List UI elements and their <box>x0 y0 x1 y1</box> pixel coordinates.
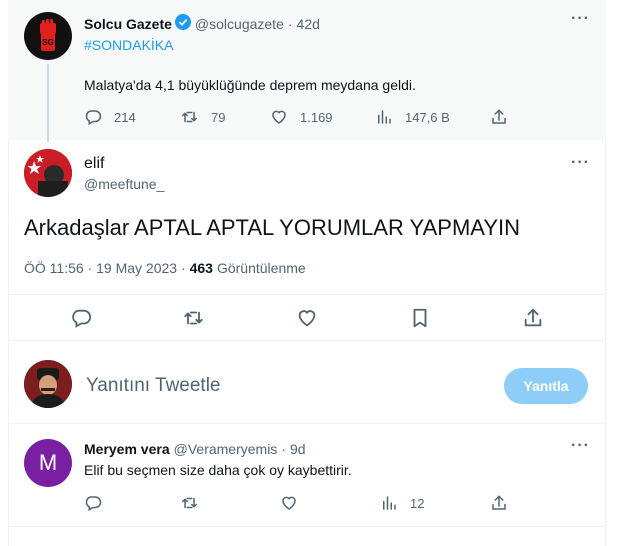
reply-compose-input[interactable]: Yanıtını Tweetle <box>86 375 221 397</box>
like-action[interactable] <box>280 494 310 512</box>
elif-avatar[interactable] <box>24 149 72 197</box>
solcu-avatar[interactable]: SG <box>24 12 72 60</box>
divider <box>8 423 606 424</box>
parent-tweet-text: Malatya'da 4,1 büyüklüğünde deprem meyda… <box>84 77 416 93</box>
reply-author-name[interactable]: Meryem vera <box>84 441 170 457</box>
dot-separator: · <box>281 441 286 457</box>
analytics-icon <box>380 494 398 512</box>
reply-icon <box>84 494 102 512</box>
main-reply-button[interactable] <box>70 307 92 334</box>
retweet-icon <box>180 108 199 126</box>
share-action[interactable] <box>490 494 520 512</box>
main-tweet-text: Arkadaşlar APTAL APTAL YORUMLAR YAPMAYIN <box>24 215 520 240</box>
main-author-handle[interactable]: @meeftune_ <box>84 176 164 192</box>
share-icon <box>490 108 508 126</box>
more-options-icon[interactable]: ··· <box>571 154 590 172</box>
reply-icon <box>84 108 102 126</box>
views-action[interactable]: 147,6 B <box>375 108 450 126</box>
reply-tweet-text: Elif bu seçmen size daha çok oy kaybetti… <box>84 462 352 478</box>
reply-submit-button[interactable]: Yanıtla <box>504 368 588 404</box>
reply-tweet-header: Meryem vera @Verameryemis · 9d <box>84 441 306 457</box>
reply-author-handle[interactable]: @Verameryemis <box>174 441 278 457</box>
views-count: 147,6 B <box>405 109 450 125</box>
reply-count: 214 <box>114 109 136 125</box>
reply-time[interactable]: 9d <box>290 441 306 457</box>
thread-line <box>47 64 49 142</box>
reply-icon <box>72 309 92 328</box>
main-share-button[interactable] <box>522 307 544 334</box>
fist-logo-icon: SG <box>40 19 56 51</box>
main-retweet-button[interactable] <box>182 307 205 334</box>
divider <box>8 526 606 527</box>
author-handle[interactable]: @solcugazete <box>195 16 284 32</box>
main-author-name[interactable]: elif <box>84 155 104 173</box>
author-name[interactable]: Solcu Gazete <box>84 16 172 32</box>
analytics-icon <box>375 108 393 126</box>
dot-separator: · <box>287 15 293 32</box>
heart-icon <box>280 494 298 512</box>
retweet-action[interactable]: 79 <box>180 108 225 126</box>
more-options-icon[interactable]: ··· <box>571 437 590 455</box>
retweet-icon <box>180 494 199 512</box>
share-action[interactable] <box>490 108 520 126</box>
tweet-timestamp[interactable]: ÖÖ 11:56 · 19 May 2023 · <box>24 260 186 276</box>
reply-action[interactable]: 214 <box>84 108 136 126</box>
user-avatar[interactable] <box>24 360 72 408</box>
more-options-icon[interactable]: ··· <box>571 10 590 28</box>
like-count: 1.169 <box>300 109 333 125</box>
retweet-action[interactable] <box>180 494 211 512</box>
avatar-letter: M <box>38 450 58 475</box>
like-action[interactable]: 1.169 <box>270 108 333 126</box>
views-number: 463 <box>189 260 213 276</box>
heart-icon <box>270 108 288 126</box>
reply-action[interactable] <box>84 494 114 512</box>
heart-icon <box>298 310 316 327</box>
share-icon <box>524 308 542 327</box>
main-like-button[interactable] <box>296 307 318 334</box>
retweet-icon <box>184 311 203 325</box>
divider <box>8 340 606 341</box>
retweet-count: 79 <box>211 109 226 125</box>
tweet-time[interactable]: 42d <box>297 16 320 32</box>
main-bookmark-button[interactable] <box>409 307 431 334</box>
views-count: 12 <box>410 495 425 511</box>
profile-portrait-icon <box>24 360 72 408</box>
views-action[interactable]: 12 <box>380 494 424 512</box>
views-label: Görüntülenme <box>216 260 306 276</box>
meryem-avatar[interactable]: M <box>24 439 72 487</box>
parent-tweet-header: Solcu Gazete @solcugazete · 42d <box>84 14 320 33</box>
verified-badge-icon <box>174 14 191 33</box>
chp-logo-avatar-icon <box>24 149 72 197</box>
share-icon <box>490 494 508 512</box>
divider <box>8 294 606 295</box>
hashtag-link[interactable]: #SONDAKİKA <box>84 37 173 53</box>
bookmark-icon <box>413 308 427 328</box>
tweet-meta: ÖÖ 11:56 · 19 May 2023 · 463 Görüntülenm… <box>24 260 306 276</box>
svg-text:SG: SG <box>42 38 54 47</box>
